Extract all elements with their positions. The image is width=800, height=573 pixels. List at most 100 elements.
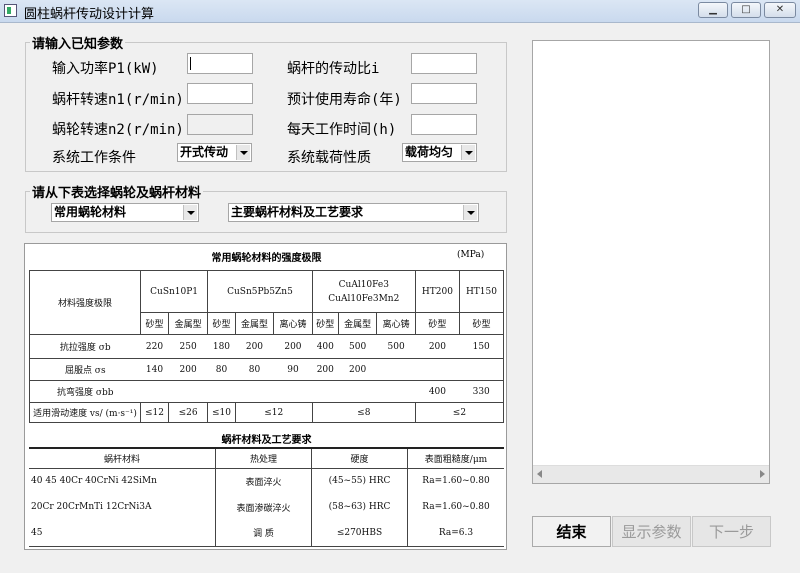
table-cell: 离心铸 — [273, 312, 313, 335]
life-input[interactable] — [411, 83, 477, 104]
table-cell: 45 — [29, 520, 216, 547]
table-cell: 20Cr 20CrMnTi 12CrNi3A — [29, 494, 216, 520]
worm-material-value: 主要蜗杆材料及工艺要求 — [231, 205, 364, 219]
table-cell: 抗拉强度 σb — [29, 334, 141, 359]
ratio-input[interactable] — [411, 53, 477, 74]
table-cell: 表面淬火 — [215, 467, 312, 494]
wheel-material-value: 常用蜗轮材料 — [54, 205, 127, 219]
table-cell: Ra=1.60~0.80 — [407, 467, 504, 494]
table-cell — [376, 358, 416, 381]
table-cell — [376, 380, 416, 403]
chevron-down-icon[interactable] — [461, 145, 475, 160]
table-header: 材料强度极限 — [29, 270, 141, 335]
table-cell: ≤2 — [414, 402, 505, 423]
table-cell: ≤270HBS — [311, 520, 408, 547]
table-cell — [207, 380, 236, 403]
table-cell: 金属型 — [337, 312, 378, 335]
power-input[interactable] — [187, 53, 253, 74]
table-cell: 砂型 — [207, 312, 236, 335]
table-row: 屈服点 σs 140 200 80 80 90 200 200 — [29, 358, 505, 381]
maximize-button[interactable]: □ — [731, 2, 761, 18]
material-name: CuAl10Fe3Mn2 — [328, 293, 400, 304]
table-cell — [415, 358, 460, 381]
table-row: 抗拉强度 σb 220 250 180 200 200 400 500 500 … — [29, 334, 505, 359]
known-params-legend: 请输入已知参数 — [30, 33, 126, 52]
table-cell: 500 — [338, 334, 377, 359]
table2-title: 蜗杆材料及工艺要求 — [221, 435, 312, 446]
table-cell: 80 — [207, 358, 236, 381]
app-icon — [4, 4, 17, 17]
condition-value: 开式传动 — [180, 145, 229, 159]
table-cell — [338, 380, 377, 403]
hours-label: 每天工作时间(h) — [287, 122, 397, 138]
table-cell: 屈服点 σs — [29, 358, 141, 381]
table-cell: 适用滑动速度 vs/ (m·s⁻¹) — [29, 402, 141, 423]
material-name: CuAl10Fe3 — [338, 279, 389, 290]
table1-title: 常用蜗轮材料的强度极限 — [211, 253, 322, 264]
worm-material-select[interactable]: 主要蜗杆材料及工艺要求 — [228, 203, 479, 222]
condition-select[interactable]: 开式传动 — [177, 143, 252, 162]
table-cell — [140, 380, 169, 403]
load-select[interactable]: 载荷均匀 — [402, 143, 477, 162]
table-row: 40 45 40Cr 40CrNi 42SiMn 表面淬火 (45~55) HR… — [29, 467, 504, 494]
table-cell — [235, 380, 274, 403]
table-row: 适用滑动速度 vs/ (m·s⁻¹) ≤12 ≤26 ≤10 ≤12 ≤8 ≤2 — [29, 402, 505, 423]
life-label: 预计使用寿命(年) — [287, 92, 402, 108]
finish-button[interactable]: 结束 — [532, 516, 611, 547]
worm-material-table: 蜗杆材料 热处理 硬度 表面粗糙度/μm 40 45 40Cr 40CrNi 4… — [29, 447, 504, 547]
table-cell — [273, 380, 313, 403]
table-header: CuAl10Fe3 CuAl10Fe3Mn2 — [311, 270, 416, 313]
table-cell — [312, 380, 339, 403]
wheel-strength-table: 材料强度极限 CuSn10P1 CuSn5Pb5Zn5 CuAl10Fe3 CuA… — [29, 270, 505, 423]
next-step-button: 下一步 — [692, 516, 771, 547]
table-header: HT150 — [458, 270, 505, 313]
show-params-button: 显示参数 — [612, 516, 691, 547]
close-button[interactable]: ✕ — [764, 2, 796, 18]
condition-label: 系统工作条件 — [52, 150, 136, 166]
table-cell: (58~63) HRC — [311, 494, 408, 520]
minimize-button[interactable]: ▁ — [698, 2, 728, 18]
chevron-down-icon[interactable] — [463, 205, 477, 220]
table-cell: 200 — [273, 334, 313, 359]
table-cell: 180 — [207, 334, 236, 359]
table-cell: 500 — [376, 334, 416, 359]
table-cell: 150 — [459, 334, 505, 359]
ratio-label: 蜗杆的传动比i — [287, 61, 380, 77]
table-row: 45 调 质 ≤270HBS Ra=6.3 — [29, 520, 504, 547]
table-cell: 90 — [273, 358, 313, 381]
table-cell: Ra=6.3 — [407, 520, 504, 547]
scroll-left-icon[interactable] — [537, 470, 542, 478]
table-header: 蜗杆材料 — [29, 447, 216, 469]
table-header: 热处理 — [215, 447, 312, 469]
table-cell: 砂型 — [140, 312, 169, 335]
table-header: HT200 — [414, 270, 460, 313]
load-label: 系统载荷性质 — [287, 150, 371, 166]
table-cell: 200 — [338, 358, 377, 381]
table-cell: 抗弯强度 σbb — [29, 380, 141, 403]
horizontal-scrollbar[interactable] — [533, 465, 769, 483]
material-legend: 请从下表选择蜗轮及蜗杆材料 — [30, 182, 204, 201]
table-header: 表面粗糙度/μm — [407, 447, 504, 469]
wheel-speed-input — [187, 114, 253, 135]
output-list[interactable] — [532, 40, 770, 484]
table-cell: ≤26 — [167, 402, 209, 423]
text-caret — [190, 57, 191, 70]
table-header: 硬度 — [311, 447, 408, 469]
worm-speed-input[interactable] — [187, 83, 253, 104]
table-cell: ≤8 — [311, 402, 416, 423]
scroll-right-icon[interactable] — [760, 470, 765, 478]
table-cell: ≤12 — [140, 402, 169, 423]
table1-unit: (MPa) — [457, 250, 485, 260]
table-cell: 200 — [415, 334, 460, 359]
hours-input[interactable] — [411, 114, 477, 135]
table-cell: 砂型 — [414, 312, 460, 335]
worm-speed-label: 蜗杆转速n1(r/min) — [52, 92, 184, 108]
table-cell: ≤10 — [207, 402, 236, 423]
table-cell: 200 — [312, 358, 339, 381]
chevron-down-icon[interactable] — [183, 205, 197, 220]
chevron-down-icon[interactable] — [236, 145, 250, 160]
table-cell: 砂型 — [458, 312, 505, 335]
wheel-material-select[interactable]: 常用蜗轮材料 — [51, 203, 199, 222]
table-row: 20Cr 20CrMnTi 12CrNi3A 表面渗碳淬火 (58~63) HR… — [29, 494, 504, 520]
wheel-speed-label: 蜗轮转速n2(r/min) — [52, 122, 184, 138]
